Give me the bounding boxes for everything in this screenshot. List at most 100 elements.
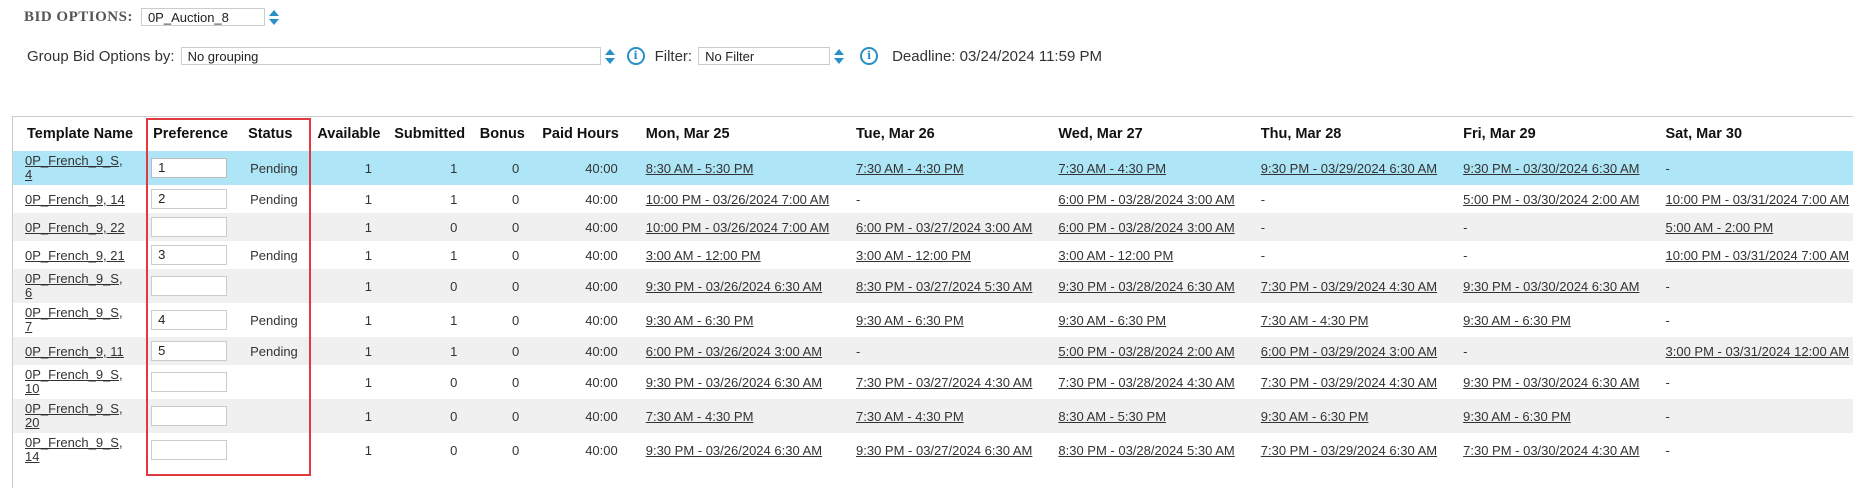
preference-input[interactable] bbox=[151, 276, 228, 296]
shift-link[interactable]: 7:30 PM - 03/29/2024 4:30 AM bbox=[1261, 375, 1437, 390]
shift-link[interactable]: 10:00 PM - 03/26/2024 7:00 AM bbox=[646, 220, 830, 235]
shift-link[interactable]: 5:00 PM - 03/30/2024 2:00 AM bbox=[1463, 192, 1639, 207]
header-tue[interactable]: Tue, Mar 26 bbox=[840, 117, 1042, 151]
table-row[interactable]: 0P_French_9_S, 14 1 0 0 40:00 9:30 PM - 03/26/… bbox=[13, 433, 1853, 467]
table-row[interactable]: 0P_French_9, 14 2 Pending 1 1 0 40:00 10:00 PM … bbox=[13, 185, 1853, 213]
bid-options-select[interactable]: 0P_Auction_8 bbox=[140, 8, 279, 26]
shift-link[interactable]: 9:30 PM - 03/26/2024 6:30 AM bbox=[646, 443, 822, 458]
shift-link[interactable]: 9:30 PM - 03/30/2024 6:30 AM bbox=[1463, 279, 1639, 294]
shift-link[interactable]: 3:00 AM - 12:00 PM bbox=[1058, 248, 1173, 263]
template-name-link[interactable]: 0P_French_9, 11 bbox=[13, 344, 124, 359]
shift-link[interactable]: 3:00 AM - 12:00 PM bbox=[646, 248, 761, 263]
shift-link[interactable]: 7:30 PM - 03/28/2024 4:30 AM bbox=[1058, 375, 1234, 390]
available-cell: 1 bbox=[311, 337, 387, 365]
template-name-link[interactable]: 0P_French_9, 21 bbox=[13, 248, 125, 263]
header-wed[interactable]: Wed, Mar 27 bbox=[1042, 117, 1244, 151]
shift-link[interactable]: 9:30 AM - 6:30 PM bbox=[856, 313, 964, 328]
template-name-link[interactable]: 0P_French_9, 14 bbox=[13, 192, 125, 207]
submitted-cell: 1 bbox=[450, 191, 458, 207]
header-fri[interactable]: Fri, Mar 29 bbox=[1447, 117, 1649, 151]
header-sat[interactable]: Sat, Mar 30 bbox=[1650, 117, 1854, 151]
shift-link[interactable]: 7:30 PM - 03/30/2024 4:30 AM bbox=[1463, 443, 1639, 458]
template-name-link[interactable]: 0P_French_9_S, 6 bbox=[13, 272, 123, 300]
shift-link[interactable]: 9:30 PM - 03/28/2024 6:30 AM bbox=[1058, 279, 1234, 294]
select-arrows-icon[interactable] bbox=[268, 8, 280, 28]
shift-link[interactable]: 3:00 PM - 03/31/2024 12:00 AM bbox=[1666, 344, 1850, 359]
shift-link[interactable]: 9:30 AM - 6:30 PM bbox=[1261, 409, 1369, 424]
header-bonus[interactable]: Bonus bbox=[473, 117, 531, 151]
template-name-link[interactable]: 0P_French_9_S, 4 bbox=[13, 154, 123, 182]
preference-input[interactable]: 2 bbox=[151, 189, 228, 209]
shift-link[interactable]: 9:30 AM - 6:30 PM bbox=[1058, 313, 1166, 328]
shift-link[interactable]: 7:30 AM - 4:30 PM bbox=[856, 161, 964, 176]
table-row[interactable]: 0P_French_9, 22 1 0 0 40:00 10:00 PM - 03/26/… bbox=[13, 213, 1853, 241]
table-row[interactable]: 0P_French_9, 11 5 Pending 1 1 0 40:00 6:00 PM -… bbox=[13, 337, 1853, 365]
shift-link[interactable]: 9:30 AM - 6:30 PM bbox=[1463, 313, 1571, 328]
shift-link[interactable]: 5:00 AM - 2:00 PM bbox=[1666, 220, 1774, 235]
shift-link[interactable]: 8:30 AM - 5:30 PM bbox=[646, 161, 754, 176]
submitted-cell: 1 bbox=[386, 337, 474, 365]
shift-link[interactable]: 10:00 PM - 03/26/2024 7:00 AM bbox=[646, 192, 830, 207]
table-row[interactable]: 0P_French_9_S, 10 1 0 0 40:00 9:30 PM - 03/26/… bbox=[13, 365, 1853, 399]
shift-link[interactable]: 6:00 PM - 03/29/2024 3:00 AM bbox=[1261, 344, 1437, 359]
shift-link[interactable]: 3:00 AM - 12:00 PM bbox=[856, 248, 971, 263]
header-status[interactable]: Status bbox=[234, 117, 312, 151]
shift-link[interactable]: 7:30 PM - 03/29/2024 6:30 AM bbox=[1261, 443, 1437, 458]
header-available[interactable]: Available bbox=[312, 117, 386, 151]
template-name-link[interactable]: 0P_French_9_S, 7 bbox=[13, 306, 123, 334]
shift-link[interactable]: 9:30 AM - 6:30 PM bbox=[1463, 409, 1571, 424]
header-thu[interactable]: Thu, Mar 28 bbox=[1245, 117, 1447, 151]
filter-select[interactable]: No Filter bbox=[698, 47, 845, 65]
template-name-link[interactable]: 0P_French_9, 22 bbox=[13, 220, 125, 235]
shift-link[interactable]: 7:30 PM - 03/29/2024 4:30 AM bbox=[1261, 279, 1437, 294]
select-arrows-icon[interactable] bbox=[833, 47, 845, 67]
preference-input[interactable] bbox=[151, 440, 228, 460]
table-row[interactable]: 0P_French_9, 21 3 Pending 1 1 0 40:00 3:00 AM -… bbox=[13, 241, 1853, 269]
shift-link[interactable]: 8:30 AM - 5:30 PM bbox=[1058, 409, 1166, 424]
group-by-select[interactable]: No grouping bbox=[180, 47, 615, 65]
shift-link[interactable]: 10:00 PM - 03/31/2024 7:00 AM bbox=[1666, 192, 1850, 207]
shift-link[interactable]: 5:00 PM - 03/28/2024 2:00 AM bbox=[1058, 344, 1234, 359]
shift-link[interactable]: 7:30 PM - 03/27/2024 4:30 AM bbox=[856, 375, 1032, 390]
select-arrows-icon[interactable] bbox=[604, 47, 616, 67]
shift-link[interactable]: 9:30 PM - 03/29/2024 6:30 AM bbox=[1261, 161, 1437, 176]
header-paid-hours[interactable]: Paid Hours bbox=[531, 117, 629, 151]
preference-input[interactable] bbox=[151, 217, 228, 237]
table-row[interactable]: 0P_French_9_S, 4 1 Pending 1 1 0 40:00 8:30 AM -… bbox=[13, 151, 1853, 185]
template-name-link[interactable]: 0P_French_9_S, 14 bbox=[13, 436, 123, 464]
table-row[interactable]: 0P_French_9_S, 7 4 Pending 1 1 0 40:00 9:30 AM -… bbox=[13, 303, 1853, 337]
template-name-link[interactable]: 0P_French_9_S, 20 bbox=[13, 402, 123, 430]
header-mon[interactable]: Mon, Mar 25 bbox=[630, 117, 840, 151]
shift-link[interactable]: 6:00 PM - 03/26/2024 3:00 AM bbox=[646, 344, 822, 359]
info-icon[interactable]: i bbox=[860, 47, 879, 65]
shift-link[interactable]: 9:30 PM - 03/26/2024 6:30 AM bbox=[646, 375, 822, 390]
shift-link[interactable]: 8:30 PM - 03/27/2024 5:30 AM bbox=[856, 279, 1032, 294]
shift-link[interactable]: 9:30 AM - 6:30 PM bbox=[646, 313, 754, 328]
shift-link[interactable]: 7:30 AM - 4:30 PM bbox=[856, 409, 964, 424]
shift-link[interactable]: 9:30 PM - 03/30/2024 6:30 AM bbox=[1463, 161, 1639, 176]
shift-link[interactable]: 6:00 PM - 03/28/2024 3:00 AM bbox=[1058, 192, 1234, 207]
preference-input[interactable]: 1 bbox=[151, 158, 228, 178]
shift-link[interactable]: 7:30 AM - 4:30 PM bbox=[1058, 161, 1166, 176]
table-row[interactable]: 0P_French_9_S, 20 1 0 0 40:00 7:30 AM - 4:30 P… bbox=[13, 399, 1853, 433]
shift-link[interactable]: 8:30 PM - 03/28/2024 5:30 AM bbox=[1058, 443, 1234, 458]
header-preference[interactable]: Preference bbox=[145, 117, 234, 151]
preference-input[interactable]: 4 bbox=[151, 310, 228, 330]
shift-link[interactable]: 6:00 PM - 03/28/2024 3:00 AM bbox=[1058, 220, 1234, 235]
preference-input[interactable]: 5 bbox=[151, 341, 228, 361]
preference-input[interactable]: 3 bbox=[151, 245, 228, 265]
shift-link[interactable]: 6:00 PM - 03/27/2024 3:00 AM bbox=[856, 220, 1032, 235]
shift-link[interactable]: 10:00 PM - 03/31/2024 7:00 AM bbox=[1666, 248, 1850, 263]
shift-link[interactable]: 9:30 PM - 03/27/2024 6:30 AM bbox=[856, 443, 1032, 458]
shift-link[interactable]: 7:30 AM - 4:30 PM bbox=[646, 409, 754, 424]
header-submitted[interactable]: Submitted bbox=[386, 117, 473, 151]
preference-input[interactable] bbox=[151, 406, 228, 426]
shift-link[interactable]: 9:30 PM - 03/30/2024 6:30 AM bbox=[1463, 375, 1639, 390]
shift-link[interactable]: 7:30 AM - 4:30 PM bbox=[1261, 313, 1369, 328]
table-row[interactable]: 0P_French_9_S, 6 1 0 0 40:00 9:30 PM - 03/26/2… bbox=[13, 269, 1853, 303]
header-template-name[interactable]: Template Name bbox=[13, 117, 145, 151]
template-name-link[interactable]: 0P_French_9_S, 10 bbox=[13, 368, 123, 396]
preference-input[interactable] bbox=[151, 372, 228, 392]
shift-link[interactable]: 9:30 PM - 03/26/2024 6:30 AM bbox=[646, 279, 822, 294]
info-icon[interactable]: i bbox=[626, 47, 645, 65]
